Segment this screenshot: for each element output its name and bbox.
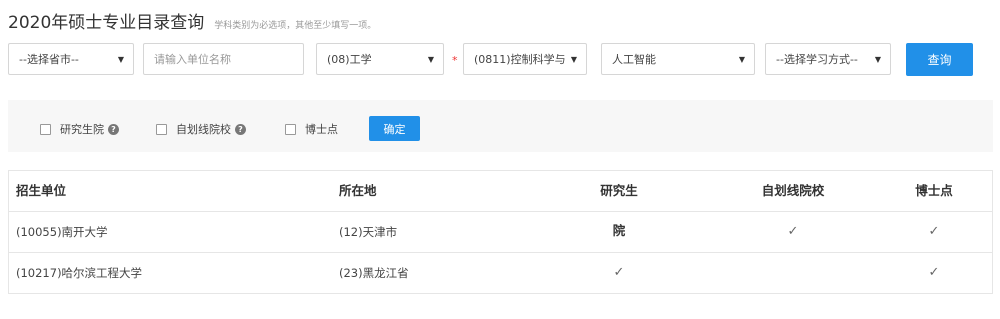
help-circle-icon[interactable]: ? [235, 123, 246, 135]
location-cell: (12)天津市 [339, 225, 398, 239]
major-select[interactable]: 人工智能 ▼ [601, 43, 755, 75]
unit-cell[interactable]: (10055)南开大学 [16, 212, 108, 252]
discipline-select[interactable]: (0811)控制科学与 ▼ [463, 43, 587, 75]
doctoral-checkbox[interactable] [285, 123, 296, 135]
table-row[interactable]: (10055)南开大学 (12)天津市 ✓ ✓ ✓ [9, 212, 992, 253]
column-header-self-line: 自划线院校 [761, 183, 825, 198]
category-select-value: (08)工学 [327, 53, 372, 66]
unit-name-input[interactable]: 请输入单位名称 [143, 43, 304, 75]
graduate-school-filter[interactable]: 研究生院 ? [40, 121, 119, 137]
doctoral-filter[interactable]: 博士点 [285, 121, 338, 137]
caret-down-icon: ▼ [117, 55, 124, 64]
caret-down-icon: ▼ [570, 55, 577, 64]
caret-down-icon: ▼ [738, 55, 745, 64]
check-icon: ✓ [613, 265, 625, 280]
column-header-graduate-school: 研究生院 [600, 183, 638, 238]
query-button[interactable]: 查询 [906, 43, 973, 76]
table-row[interactable]: (10217)哈尔滨工程大学 (23)黑龙江省 ✓ ✓ [9, 253, 992, 293]
check-icon: ✓ [928, 224, 940, 239]
page-note: 学科类别为必选项，其他至少填写一项。 [214, 21, 377, 31]
filter-bar: 研究生院 ? 自划线院校 ? 博士点 [8, 100, 993, 152]
confirm-button[interactable]: 确定 [369, 116, 420, 141]
province-select-value: --选择省市-- [19, 53, 79, 66]
study-mode-select-value: --选择学习方式-- [776, 53, 858, 66]
doctoral-label: 博士点 [305, 123, 338, 136]
page-title: 2020年硕士专业目录查询 [8, 13, 205, 33]
caret-down-icon: ▼ [427, 55, 434, 64]
graduate-school-checkbox[interactable] [40, 123, 51, 135]
province-select[interactable]: --选择省市-- ▼ [8, 43, 134, 75]
category-select[interactable]: (08)工学 ▼ [316, 43, 444, 75]
discipline-select-value: (0811)控制科学与 [474, 53, 566, 66]
self-line-checkbox[interactable] [156, 123, 167, 135]
check-icon: ✓ [787, 224, 799, 239]
self-line-label: 自划线院校 [176, 123, 231, 136]
check-icon: ✓ [928, 265, 940, 280]
column-header-unit: 招生单位 [16, 183, 67, 198]
self-line-filter[interactable]: 自划线院校 ? [156, 121, 246, 137]
unit-name-placeholder: 请输入单位名称 [154, 53, 231, 66]
check-icon: ✓ [613, 224, 625, 239]
page-header: 2020年硕士专业目录查询 学科类别为必选项，其他至少填写一项。 [8, 8, 377, 33]
help-circle-icon[interactable]: ? [108, 123, 119, 135]
check-icon [751, 253, 835, 293]
required-mark: * [452, 54, 458, 67]
caret-down-icon: ▼ [874, 55, 881, 64]
unit-cell[interactable]: (10217)哈尔滨工程大学 [16, 253, 142, 293]
study-mode-select[interactable]: --选择学习方式-- ▼ [765, 43, 891, 75]
graduate-school-label: 研究生院 [60, 123, 104, 136]
column-header-doctoral: 博士点 [915, 183, 953, 198]
location-cell: (23)黑龙江省 [339, 266, 409, 280]
results-table: 招生单位 所在地 研究生院 自划线院校 博士点 (10055)南开大学 (12)… [8, 170, 993, 294]
column-header-location: 所在地 [339, 183, 377, 198]
major-select-value: 人工智能 [612, 53, 656, 66]
table-header-row: 招生单位 所在地 研究生院 自划线院校 博士点 [9, 171, 992, 238]
